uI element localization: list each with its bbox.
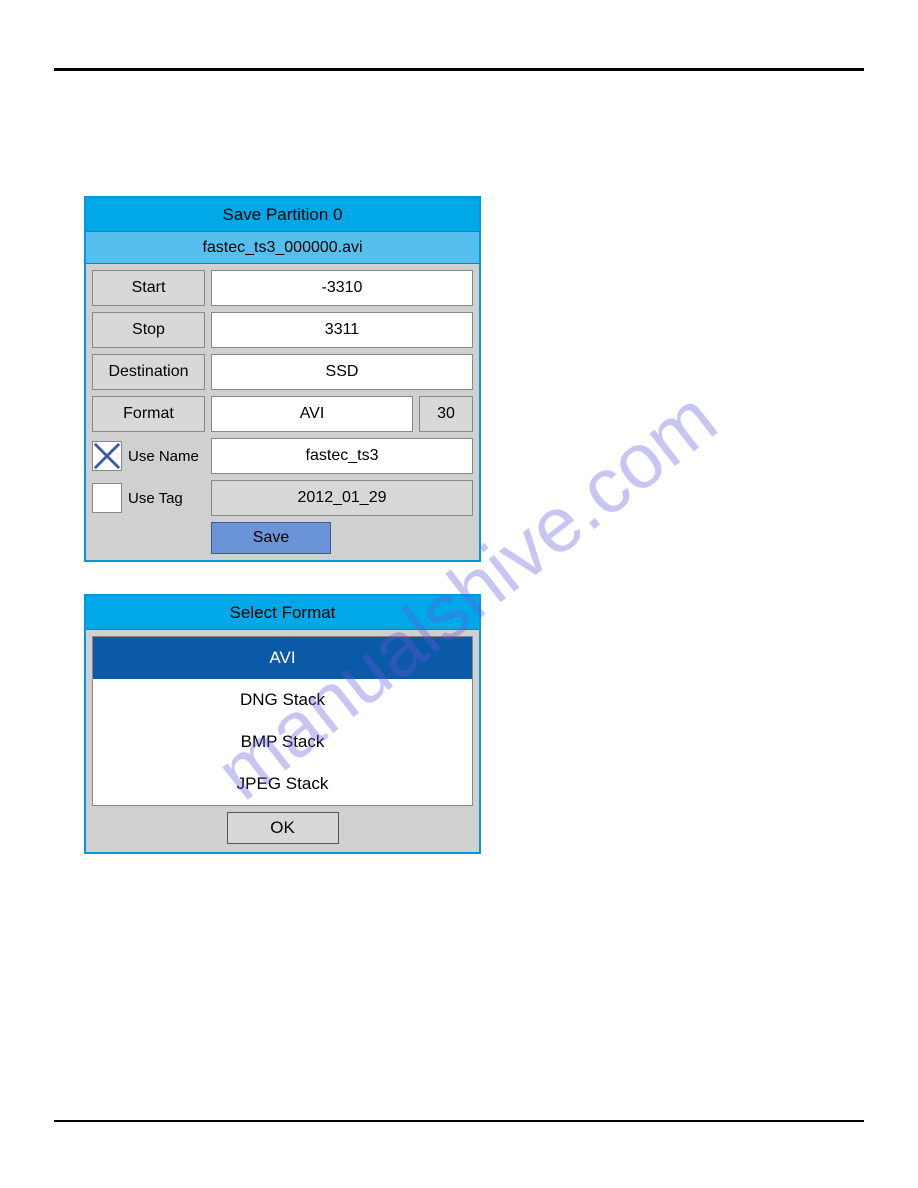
top-rule: [54, 68, 864, 71]
format-number[interactable]: 30: [419, 396, 473, 432]
format-item-jpeg[interactable]: JPEG Stack: [93, 763, 472, 805]
format-panel-title: Select Format: [86, 596, 479, 630]
use-name-checkbox[interactable]: [92, 441, 122, 471]
stop-label[interactable]: Stop: [92, 312, 205, 348]
save-partition-panel: Save Partition 0 fastec_ts3_000000.avi S…: [84, 196, 481, 562]
select-format-panel: Select Format AVI DNG Stack BMP Stack JP…: [84, 594, 481, 854]
destination-label[interactable]: Destination: [92, 354, 205, 390]
destination-value[interactable]: SSD: [211, 354, 473, 390]
format-label[interactable]: Format: [92, 396, 205, 432]
use-tag-value[interactable]: 2012_01_29: [211, 480, 473, 516]
format-item-avi[interactable]: AVI: [93, 637, 472, 679]
start-value[interactable]: -3310: [211, 270, 473, 306]
format-list: AVI DNG Stack BMP Stack JPEG Stack: [92, 636, 473, 806]
ok-button[interactable]: OK: [227, 812, 339, 844]
use-tag-label: Use Tag: [128, 490, 183, 507]
use-name-value[interactable]: fastec_ts3: [211, 438, 473, 474]
panel-title: Save Partition 0: [86, 198, 479, 232]
save-button[interactable]: Save: [211, 522, 331, 554]
format-item-bmp[interactable]: BMP Stack: [93, 721, 472, 763]
format-value[interactable]: AVI: [211, 396, 413, 432]
start-label[interactable]: Start: [92, 270, 205, 306]
format-item-dng[interactable]: DNG Stack: [93, 679, 472, 721]
filename-label: fastec_ts3_000000.avi: [86, 232, 479, 264]
stop-value[interactable]: 3311: [211, 312, 473, 348]
bottom-rule: [54, 1120, 864, 1122]
use-tag-checkbox[interactable]: [92, 483, 122, 513]
use-name-label: Use Name: [128, 448, 199, 465]
